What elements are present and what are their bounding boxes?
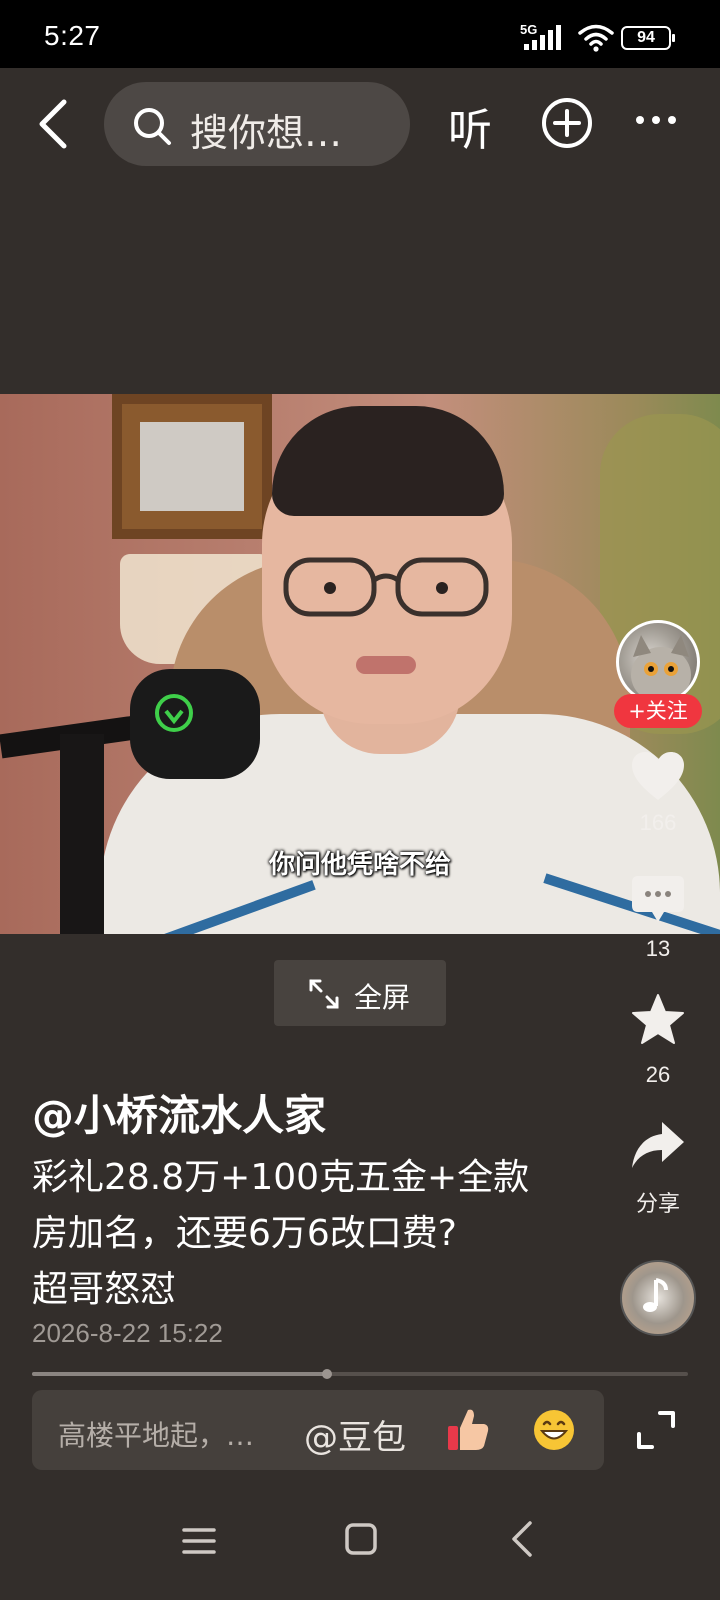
like-count: 166 <box>639 810 677 835</box>
video-player[interactable]: 你问他凭啥不给 <box>0 394 720 934</box>
grinning-emoji-icon[interactable] <box>532 1408 576 1452</box>
comment-input[interactable]: 高楼平地起，… @豆包 <box>32 1390 604 1470</box>
description-line: 彩礼28.8万+100克五金+全款 <box>32 1157 530 1198</box>
top-bar: 搜你想… 听 <box>0 68 720 178</box>
wifi-icon <box>578 24 614 52</box>
expand-icon[interactable] <box>636 1410 676 1450</box>
author-avatar[interactable] <box>616 620 700 704</box>
status-bar: 5:27 5G 94 <box>0 0 720 68</box>
comment-bubble-icon[interactable] <box>630 874 686 926</box>
thumbs-up-emoji-icon[interactable] <box>446 1406 490 1452</box>
background-picture-frame <box>112 394 272 539</box>
expand-arrows-icon <box>309 979 339 1009</box>
music-disc[interactable] <box>620 1260 696 1336</box>
description-line: 超哥怒怼 <box>32 1269 177 1310</box>
microphone <box>130 669 260 779</box>
mic-stand <box>60 734 104 934</box>
home-square-icon[interactable] <box>344 1522 378 1556</box>
post-date: 2026-8-22 15:22 <box>32 1318 223 1348</box>
search-placeholder: 搜你想… <box>190 111 343 155</box>
fullscreen-label: 全屏 <box>354 981 411 1014</box>
video-progress-bar[interactable] <box>32 1369 688 1379</box>
progress-knob[interactable] <box>322 1369 333 1379</box>
author-name[interactable]: @小桥流水人家 <box>32 1082 326 1143</box>
status-time: 5:27 <box>44 20 101 51</box>
search-input[interactable]: 搜你想… <box>104 82 410 166</box>
video-subtitle: 你问他凭啥不给 <box>268 850 451 880</box>
nav-back-icon[interactable] <box>508 1520 536 1558</box>
plus-circle-icon[interactable] <box>540 96 594 150</box>
comment-placeholder: 高楼平地起，… <box>58 1419 255 1452</box>
presenter-mouth <box>356 656 416 674</box>
listen-button[interactable]: 听 <box>448 94 492 158</box>
presenter-glasses <box>283 557 489 617</box>
battery-level: 94 <box>637 29 655 46</box>
more-dots-icon[interactable] <box>634 114 678 126</box>
description-line: 房加名，还要6万6改口费? <box>32 1213 457 1254</box>
star-icon[interactable] <box>630 992 686 1048</box>
mic-logo-icon <box>155 694 193 732</box>
mention-doubao-button[interactable]: @豆包 <box>304 1410 406 1459</box>
search-icon <box>134 108 171 145</box>
comment-count: 13 <box>645 936 671 961</box>
signal-icon: 5G <box>520 22 561 50</box>
post-description: 彩礼28.8万+100克五金+全款 房加名，还要6万6改口费? 超哥怒怼 <box>32 1150 592 1318</box>
system-nav-bar <box>0 1480 720 1600</box>
progress-fill <box>32 1372 328 1376</box>
follow-button[interactable]: +关注 <box>614 694 702 728</box>
battery-indicator: 94 <box>621 26 675 50</box>
network-type: 5G <box>520 22 537 37</box>
presenter-hair <box>272 406 504 516</box>
menu-lines-icon[interactable] <box>182 1526 216 1556</box>
heart-icon[interactable] <box>630 750 686 802</box>
share-label: 分享 <box>635 1191 680 1216</box>
fullscreen-button[interactable]: 全屏 <box>274 960 446 1026</box>
back-arrow-icon[interactable] <box>30 96 80 152</box>
favorite-count: 26 <box>645 1062 671 1087</box>
share-arrow-icon[interactable] <box>630 1120 686 1172</box>
